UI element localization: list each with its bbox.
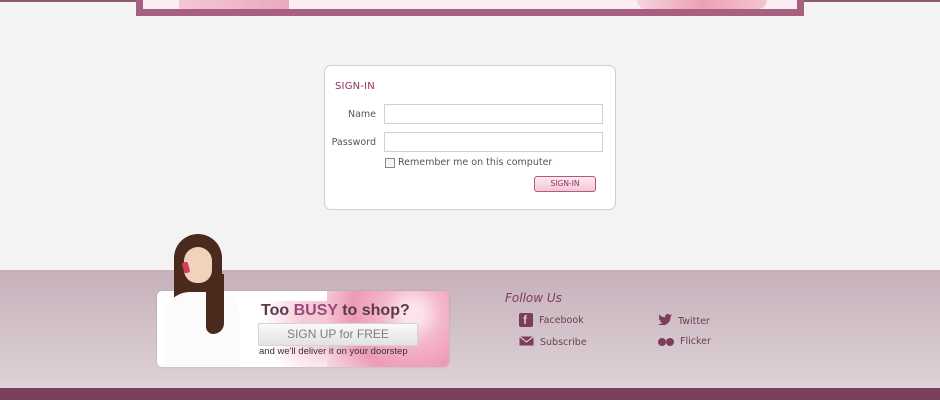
promo-headline-pre: Too — [261, 302, 294, 319]
hero-decoration-left — [179, 0, 289, 9]
hero-macaron-image — [637, 0, 767, 9]
remember-me-row[interactable]: Remember me on this computer — [385, 157, 552, 168]
promo-headline-busy: BUSY — [293, 302, 338, 319]
signin-title: SIGN-IN — [335, 81, 375, 92]
flickr-icon — [658, 337, 674, 346]
facebook-icon — [519, 313, 533, 327]
footer — [0, 270, 940, 388]
woman-hair-strand — [206, 274, 224, 334]
subscribe-link[interactable]: Subscribe — [519, 336, 587, 349]
remember-me-checkbox[interactable] — [385, 157, 395, 168]
promo-headline: Too BUSY to shop? — [261, 302, 410, 320]
password-input[interactable] — [384, 132, 603, 152]
flicker-label: Flicker — [680, 336, 711, 347]
signin-button[interactable]: SIGN-IN — [534, 176, 596, 192]
facebook-link[interactable]: Facebook — [519, 313, 584, 327]
twitter-link[interactable]: Twitter — [658, 314, 710, 328]
promo-subtext: and we'll deliver it on your doorstep — [259, 346, 408, 357]
name-input[interactable] — [384, 104, 603, 124]
password-label: Password — [331, 137, 376, 148]
woman-on-phone-image — [162, 234, 242, 367]
signup-free-button[interactable]: SIGN UP for FREE — [258, 323, 418, 346]
subscribe-label: Subscribe — [540, 337, 587, 348]
woman-body — [164, 292, 240, 367]
hero-banner-image — [143, 0, 797, 9]
mail-icon — [519, 336, 534, 349]
signin-panel: SIGN-IN Name Password Remember me on thi… — [324, 65, 616, 210]
follow-us-title: Follow Us — [505, 291, 562, 305]
remember-me-label: Remember me on this computer — [398, 157, 553, 168]
twitter-label: Twitter — [678, 315, 710, 327]
footer-bottom-bar — [0, 388, 940, 400]
promo-headline-post: to shop? — [337, 302, 410, 319]
flicker-link[interactable]: Flicker — [658, 336, 711, 347]
name-label: Name — [347, 109, 376, 120]
hero-banner-frame — [136, 0, 804, 16]
twitter-bird-icon — [658, 314, 672, 328]
facebook-label: Facebook — [539, 314, 584, 326]
